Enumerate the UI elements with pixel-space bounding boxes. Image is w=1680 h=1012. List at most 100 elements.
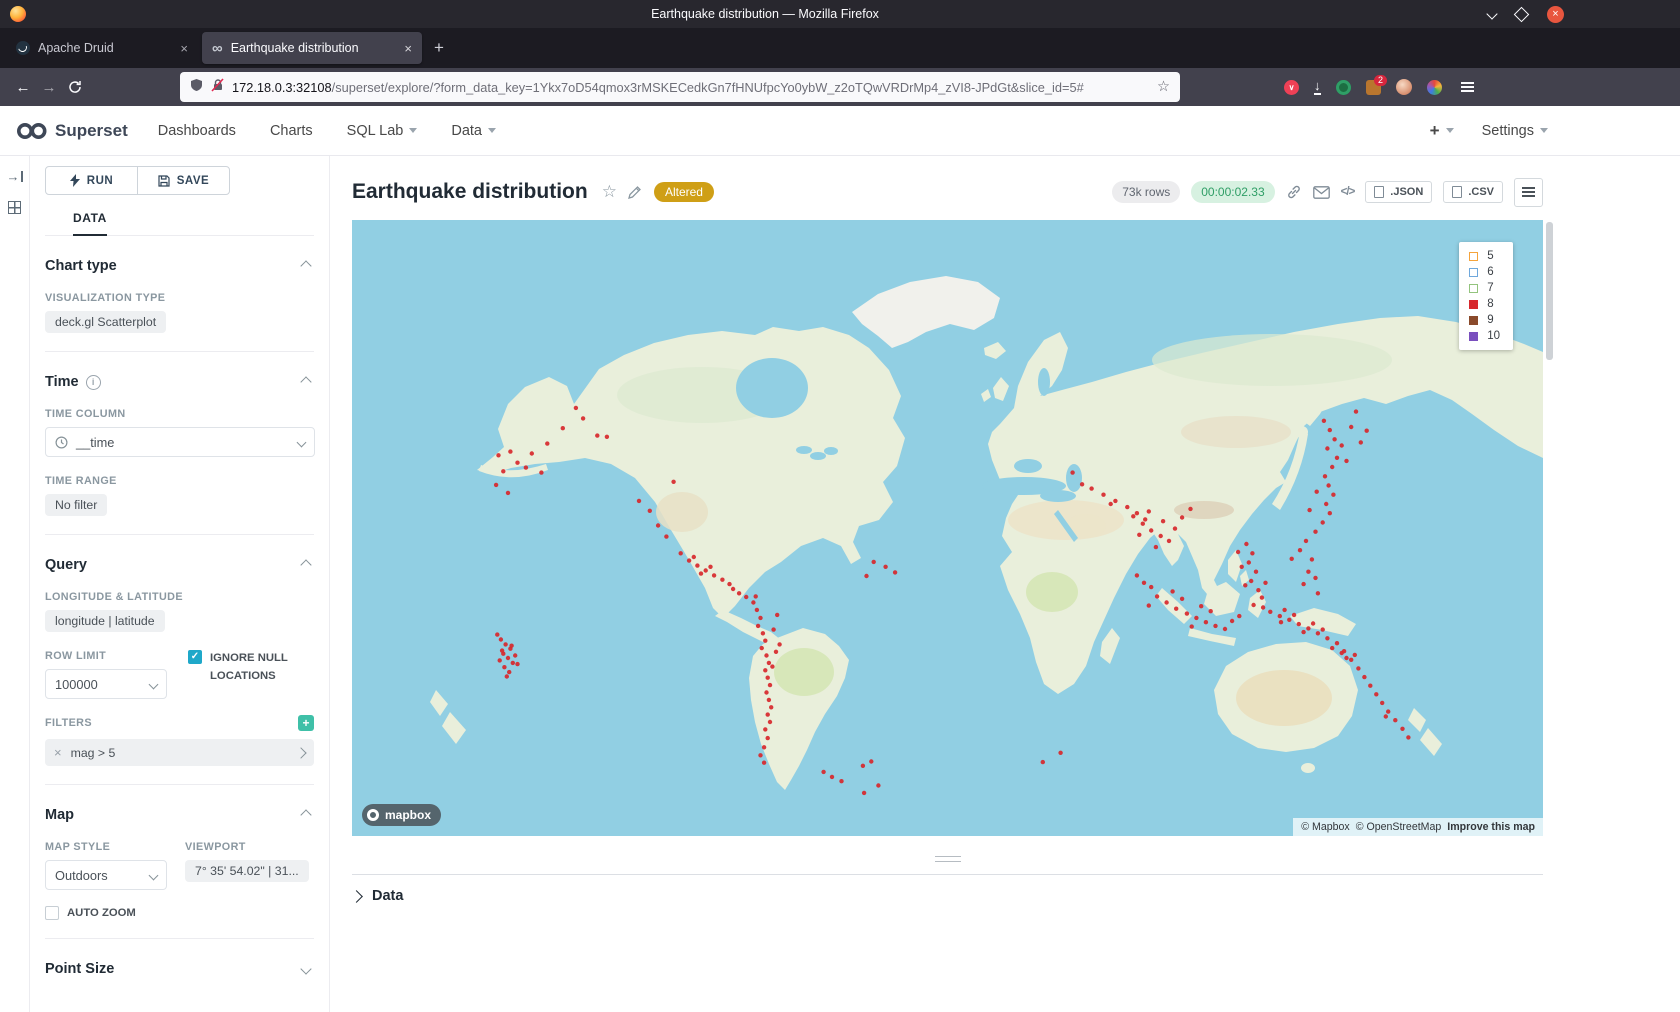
tab-close-icon[interactable]: × — [404, 41, 412, 56]
legend-row[interactable]: 8 — [1469, 298, 1500, 310]
url-bar[interactable]: 172.18.0.3:32108/superset/explore/?form_… — [180, 72, 1180, 102]
close-button[interactable]: × — [1547, 6, 1564, 23]
improve-map-link[interactable]: Improve this map — [1447, 821, 1535, 833]
section-header[interactable]: Map — [45, 807, 314, 823]
map-canvas[interactable]: 5 6 7 8 9 10 mapbox © Mapbox © OpenStreetMap … — [352, 220, 1543, 836]
tab-apache-druid[interactable]: Apache Druid × — [6, 32, 198, 64]
legend-row[interactable]: 9 — [1469, 314, 1500, 326]
lonlat-label: LONGITUDE & LATITUDE — [45, 591, 314, 603]
panel-tabs: DATA — [45, 209, 314, 236]
legend-row[interactable]: 6 — [1469, 266, 1500, 278]
section-header[interactable]: Point Size — [45, 961, 314, 977]
data-results-panel[interactable]: Data — [352, 874, 1543, 904]
pocket-icon[interactable]: ∨ — [1284, 80, 1299, 95]
tab-earthquake-distribution[interactable]: ∞ Earthquake distribution × — [202, 32, 422, 64]
nav-item-charts[interactable]: Charts — [270, 123, 313, 139]
save-label: SAVE — [177, 175, 209, 187]
bolt-icon — [70, 174, 80, 187]
run-label: RUN — [87, 175, 113, 187]
export-json-button[interactable]: .JSON — [1365, 181, 1432, 203]
file-icon — [1374, 186, 1384, 198]
time-range-label: TIME RANGE — [45, 475, 314, 487]
auto-zoom-checkbox[interactable] — [45, 906, 59, 920]
legend-row[interactable]: 10 — [1469, 330, 1500, 342]
ignore-null-checkbox[interactable]: ✓ — [188, 650, 202, 664]
filter-pill[interactable]: × mag > 5 — [45, 739, 314, 766]
firefox-menu-button[interactable] — [1461, 86, 1474, 88]
settings-menu[interactable]: Settings — [1482, 123, 1548, 139]
section-time: Time i TIME COLUMN __time TIME RANGE No … — [45, 374, 314, 535]
url-text[interactable]: 172.18.0.3:32108/superset/explore/?form_… — [232, 80, 1149, 95]
resize-handle[interactable] — [935, 856, 961, 862]
save-button[interactable]: SAVE — [137, 166, 230, 195]
add-filter-button[interactable]: + — [298, 715, 314, 731]
favorite-star-icon[interactable]: ☆ — [602, 182, 617, 202]
bookmark-star-icon[interactable]: ☆ — [1157, 79, 1170, 95]
viz-type-label: VISUALIZATION TYPE — [45, 292, 314, 304]
row-count-badge: 73k rows — [1112, 181, 1180, 203]
datasource-grid-icon[interactable] — [8, 201, 21, 214]
extension-pinwheel-icon[interactable] — [1427, 80, 1442, 95]
chart-header: Earthquake distribution ☆ Altered 73k ro… — [352, 172, 1543, 212]
edit-properties-icon[interactable] — [627, 185, 642, 200]
druid-favicon-icon — [16, 41, 30, 55]
copy-link-icon[interactable] — [1286, 184, 1302, 200]
nav-item-sql-lab[interactable]: SQL Lab — [347, 123, 418, 139]
export-csv-button[interactable]: .CSV — [1443, 181, 1503, 203]
tracking-shield-icon[interactable] — [190, 78, 203, 97]
row-limit-select[interactable]: 100000 — [45, 669, 167, 699]
tab-close-icon[interactable]: × — [180, 41, 188, 56]
chevron-down-icon — [300, 963, 311, 974]
control-panel: RUN SAVE DATA Chart type VISUALIZATION T… — [30, 156, 330, 1012]
profile-avatar[interactable] — [1396, 79, 1412, 95]
section-header[interactable]: Query — [45, 557, 314, 573]
superset-brand[interactable]: Superset — [16, 120, 128, 142]
section-header[interactable]: Chart type — [45, 258, 314, 274]
legend-label: 10 — [1487, 330, 1500, 342]
legend-row[interactable]: 5 — [1469, 250, 1500, 262]
forward-button[interactable]: → — [36, 74, 62, 100]
row-limit-value: 100000 — [55, 677, 98, 692]
section-point-size: Point Size — [45, 961, 314, 995]
download-icon[interactable]: ↓ — [1314, 79, 1321, 95]
tab-bar: Apache Druid × ∞ Earthquake distribution… — [0, 28, 1680, 68]
time-column-value: __time — [76, 435, 114, 450]
mapbox-logo[interactable]: mapbox — [362, 804, 441, 826]
viewport-chip[interactable]: 7° 35' 54.02" | 31... — [185, 860, 309, 882]
time-range-chip[interactable]: No filter — [45, 494, 107, 516]
run-button[interactable]: RUN — [45, 166, 138, 195]
insecure-lock-icon[interactable] — [211, 78, 224, 97]
row-limit-label: ROW LIMIT — [45, 650, 188, 662]
chevron-down-icon — [149, 870, 159, 880]
legend-row[interactable]: 7 — [1469, 282, 1500, 294]
section-header[interactable]: Time i — [45, 374, 314, 390]
lonlat-chip[interactable]: longitude | latitude — [45, 610, 165, 632]
email-icon[interactable] — [1313, 186, 1330, 199]
back-button[interactable]: ← — [10, 74, 36, 100]
remove-filter-icon[interactable]: × — [54, 745, 62, 760]
map-style-select[interactable]: Outdoors — [45, 860, 167, 890]
attribution-osm-link[interactable]: © OpenStreetMap — [1356, 821, 1442, 833]
new-item-button[interactable]: + — [1430, 121, 1454, 141]
extension-badge-icon[interactable]: 2 — [1366, 80, 1381, 95]
reload-button[interactable] — [62, 74, 88, 100]
new-tab-button[interactable]: + — [426, 35, 452, 61]
auto-zoom-row[interactable]: AUTO ZOOM — [45, 906, 314, 920]
extension-circle-icon[interactable] — [1336, 80, 1351, 95]
ignore-null-checkbox-row[interactable]: ✓ IGNORE NULL LOCATIONS — [188, 650, 314, 685]
tab-data[interactable]: DATA — [73, 211, 107, 236]
scrollbar[interactable] — [1546, 222, 1553, 360]
viz-type-chip[interactable]: deck.gl Scatterplot — [45, 311, 166, 333]
embed-code-icon[interactable]: </> — [1341, 186, 1355, 198]
chevron-down-icon — [1540, 128, 1548, 133]
attribution-mapbox-link[interactable]: © Mapbox — [1301, 821, 1349, 833]
expand-datasource-panel-icon[interactable]: → — [7, 170, 23, 183]
url-toolbar: ← → 172.18.0.3:32108/superset/explore/?f… — [0, 68, 1680, 106]
legend-label: 7 — [1487, 282, 1493, 294]
time-column-select[interactable]: __time — [45, 427, 315, 457]
legend-label: 8 — [1487, 298, 1493, 310]
nav-item-data[interactable]: Data — [451, 123, 496, 139]
chart-menu-button[interactable] — [1514, 178, 1543, 207]
nav-item-dashboards[interactable]: Dashboards — [158, 123, 236, 139]
map-attribution: © Mapbox © OpenStreetMap Improve this ma… — [1293, 818, 1543, 836]
